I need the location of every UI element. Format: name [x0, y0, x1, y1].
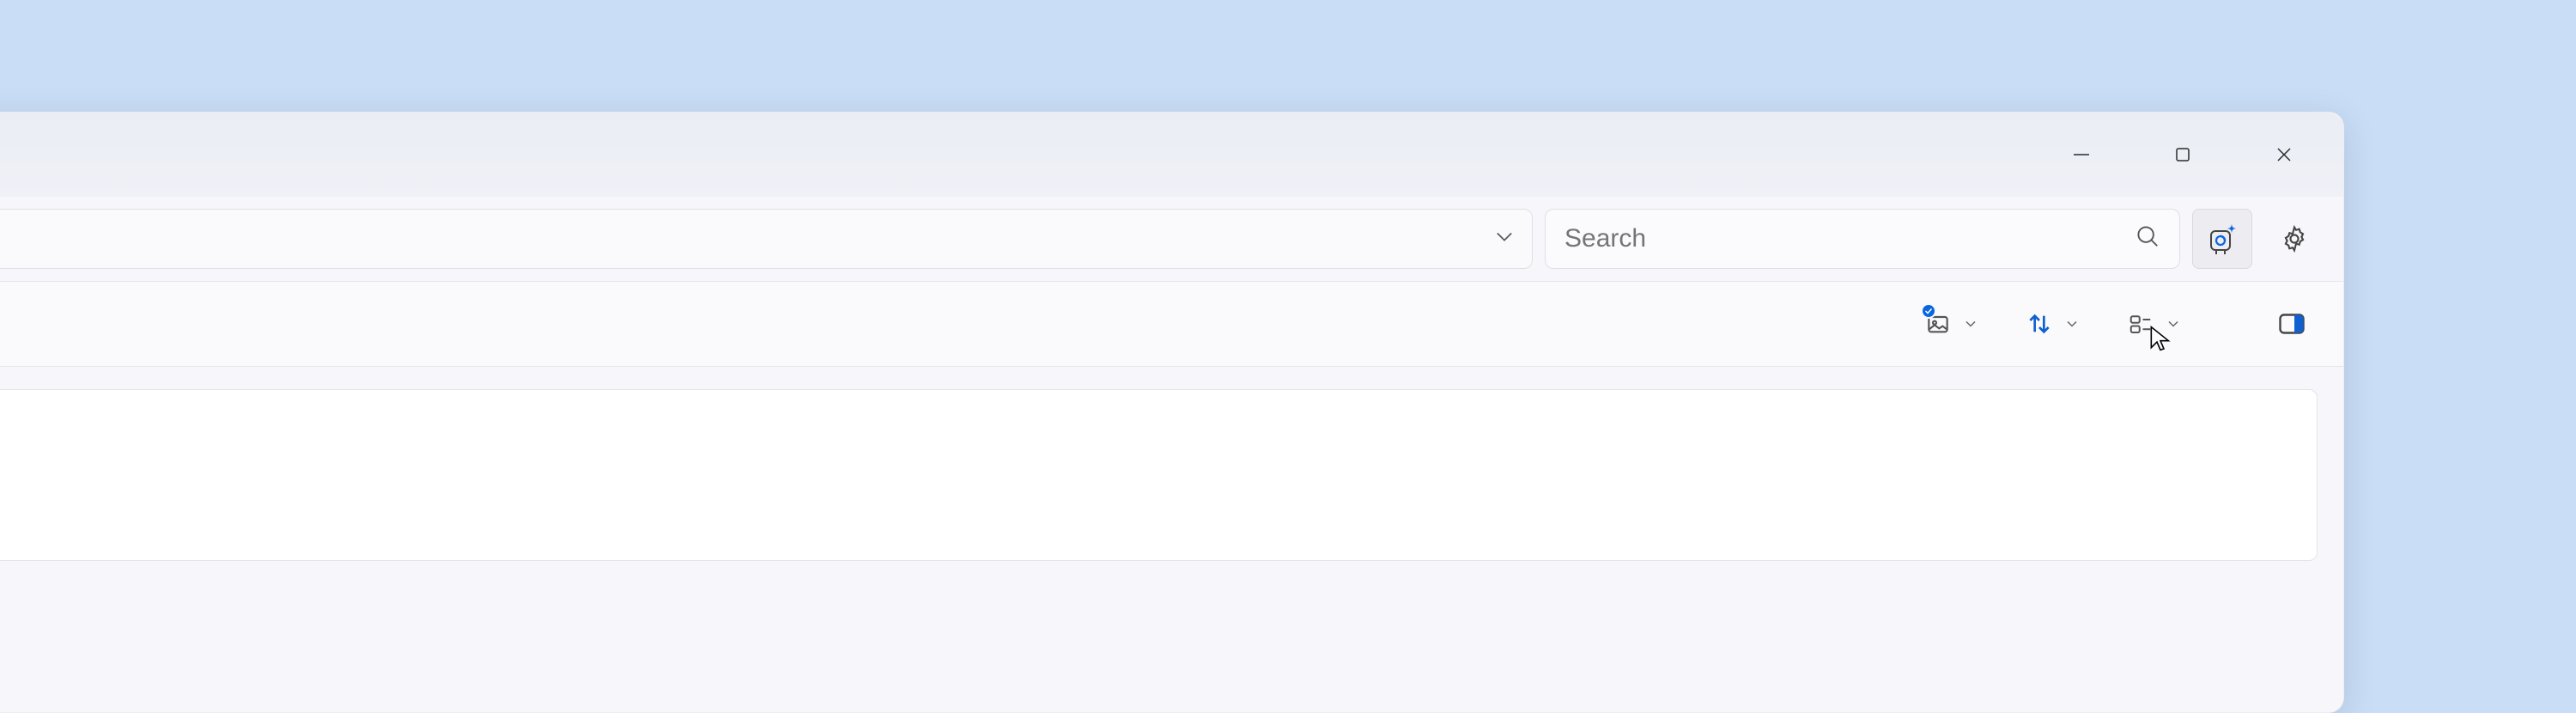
settings-button[interactable]	[2264, 209, 2324, 269]
ai-assist-button[interactable]	[2192, 209, 2252, 269]
address-search-row	[0, 197, 2343, 281]
chevron-down-icon[interactable]	[1492, 224, 1516, 254]
app-window	[0, 112, 2344, 713]
toolbar	[0, 281, 2343, 367]
ai-sparkle-icon	[2205, 222, 2239, 256]
sort-menu[interactable]	[2015, 298, 2086, 350]
search-input[interactable]	[1564, 224, 2123, 253]
content-area[interactable]	[0, 389, 2318, 561]
minimize-button[interactable]	[2031, 125, 2132, 185]
close-button[interactable]	[2233, 125, 2335, 185]
group-icon	[2122, 298, 2160, 350]
filter-active-badge	[1921, 303, 1936, 319]
chevron-down-icon	[2063, 310, 2081, 338]
filter-menu[interactable]	[1914, 298, 1984, 350]
search-icon[interactable]	[2135, 223, 2160, 255]
address-bar[interactable]	[0, 209, 1533, 269]
search-field[interactable]	[1545, 209, 2180, 269]
chevron-down-icon	[1962, 310, 1979, 338]
chevron-down-icon	[2165, 310, 2182, 338]
panel-right-icon	[2276, 308, 2307, 339]
title-bar	[0, 113, 2343, 197]
filter-image-icon	[1919, 298, 1957, 350]
sort-icon	[2020, 298, 2058, 350]
gear-icon	[2280, 224, 2309, 253]
group-menu[interactable]	[2117, 298, 2187, 350]
details-panel-toggle[interactable]	[2266, 298, 2318, 350]
maximize-button[interactable]	[2132, 125, 2233, 185]
